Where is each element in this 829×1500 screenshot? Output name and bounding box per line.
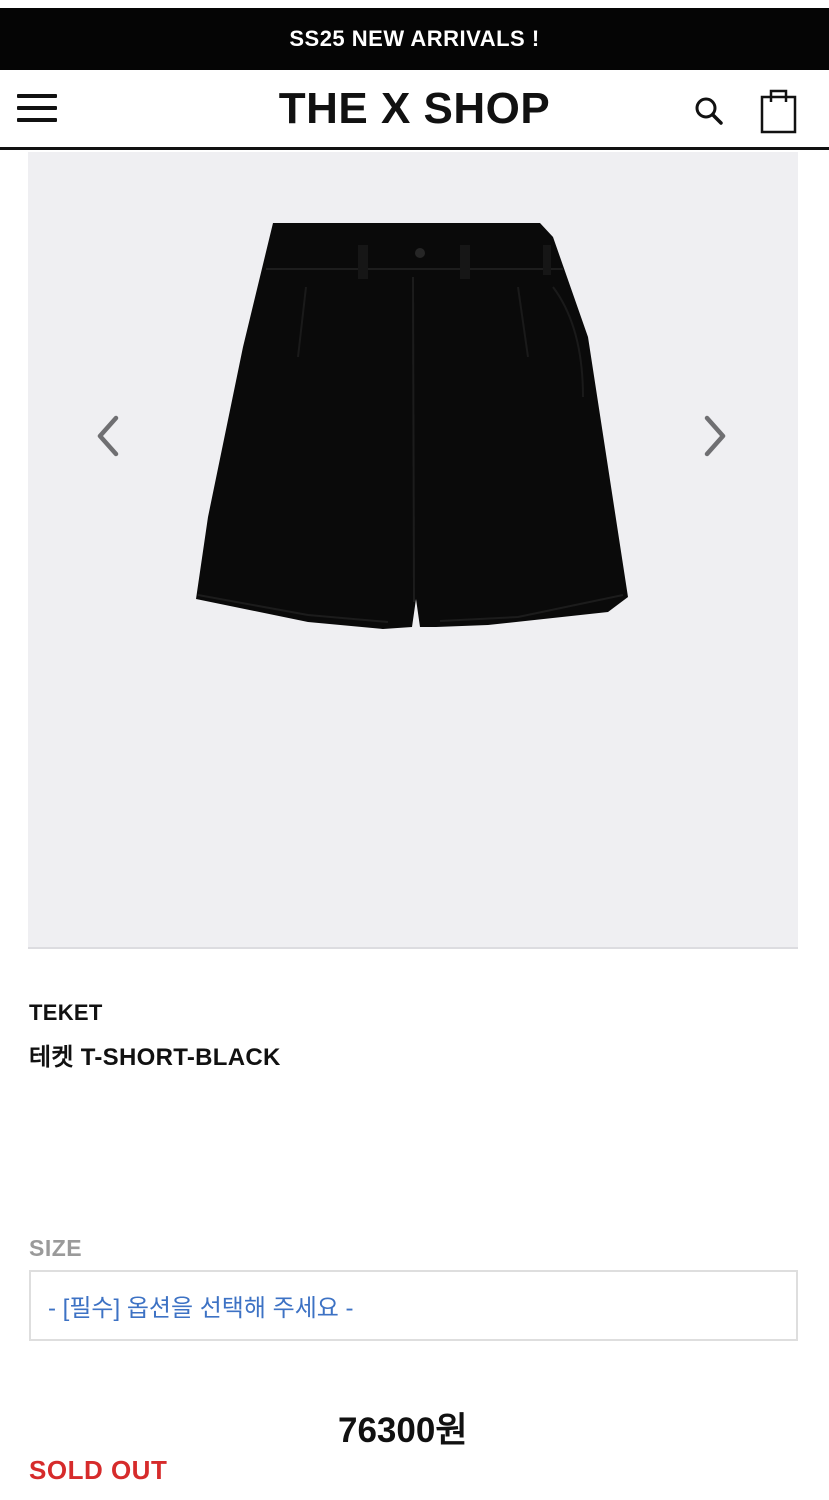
chevron-right-icon[interactable] xyxy=(695,410,735,462)
announcement-bar[interactable]: SS25 NEW ARRIVALS ! xyxy=(0,8,829,70)
product-image[interactable] xyxy=(188,217,633,642)
size-select-text: - [필수] 옵션을 선택해 주세요 - xyxy=(48,1295,354,1322)
chevron-left-icon[interactable] xyxy=(88,410,128,462)
size-select[interactable]: - [필수] 옵션을 선택해 주세요 - xyxy=(29,1270,798,1341)
top-strip xyxy=(0,0,829,8)
shopping-bag-icon[interactable] xyxy=(758,88,800,134)
size-label: SIZE xyxy=(29,1235,83,1261)
product-price: 76300원 xyxy=(338,1411,468,1450)
product-brand: TEKET xyxy=(29,1000,103,1025)
product-name: 테켓 T-SHORT-BLACK xyxy=(29,1044,281,1071)
product-gallery[interactable] xyxy=(28,152,798,949)
sold-out-status: SOLD OUT xyxy=(29,1455,168,1485)
site-header: THE X SHOP xyxy=(0,70,829,150)
announcement-text: SS25 NEW ARRIVALS ! xyxy=(289,26,540,51)
search-icon[interactable] xyxy=(692,94,726,128)
